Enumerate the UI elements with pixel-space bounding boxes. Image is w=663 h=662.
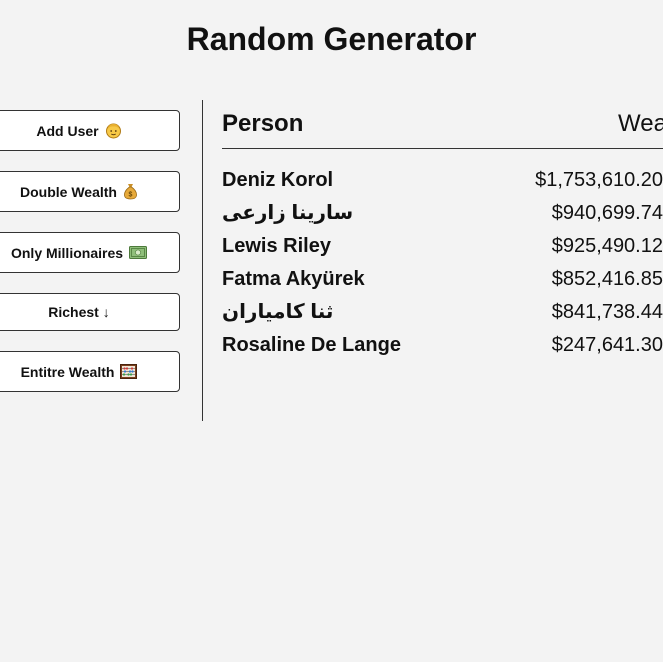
- add-user-button[interactable]: Add User: [0, 110, 180, 151]
- person-name: ثنا کامیاران: [222, 301, 334, 323]
- table-row: سارینا زارعی $940,699.74: [222, 201, 663, 234]
- add-user-label: Add User: [36, 122, 99, 139]
- table-row: Rosaline De Lange $247,641.30: [222, 333, 663, 366]
- table-row: Fatma Akyürek $852,416.85: [222, 267, 663, 300]
- double-wealth-label: Double Wealth: [20, 183, 117, 200]
- wealth-table: Person Wealth Deniz Korol $1,753,610.20 …: [222, 100, 663, 356]
- svg-text:$: $: [129, 192, 133, 199]
- money-bag-icon: $: [123, 183, 138, 200]
- abacus-icon: [120, 364, 138, 379]
- person-name: Lewis Riley: [222, 235, 331, 257]
- person-wealth: $247,641.30: [551, 334, 663, 356]
- entire-wealth-button[interactable]: Entitre Wealth: [0, 351, 180, 392]
- person-name: Deniz Korol: [222, 169, 334, 191]
- person-wealth: $925,490.12: [551, 235, 663, 257]
- person-wealth: $841,738.44: [551, 301, 663, 323]
- person-name: سارینا زارعی: [222, 202, 354, 224]
- column-header-wealth: Wealth: [618, 110, 663, 137]
- richest-label: Richest ↓: [48, 304, 110, 320]
- sidebar: Add User Double Wealth $ Only Millionair…: [0, 100, 203, 421]
- column-header-person: Person: [222, 110, 304, 137]
- person-wealth: $1,753,610.20: [535, 169, 663, 191]
- table-row: Lewis Riley $925,490.12: [222, 234, 663, 267]
- double-wealth-button[interactable]: Double Wealth $: [0, 171, 180, 212]
- only-millionaires-button[interactable]: Only Millionaires: [0, 232, 180, 273]
- table-row: Deniz Korol $1,753,610.20: [222, 168, 663, 201]
- table-header: Person Wealth: [222, 100, 663, 149]
- person-face-icon: [105, 122, 122, 139]
- person-name: Fatma Akyürek: [222, 268, 365, 290]
- person-wealth: $852,416.85: [551, 268, 663, 290]
- page-title: Random Generator: [186, 21, 477, 57]
- only-millionaires-label: Only Millionaires: [10, 244, 124, 261]
- entire-wealth-label: Entitre Wealth: [20, 363, 115, 380]
- dollar-banknote-icon: [129, 246, 148, 259]
- table-body: Deniz Korol $1,753,610.20 سارینا زارعی $…: [222, 168, 663, 366]
- person-wealth: $940,699.74: [551, 202, 663, 224]
- table-row: ثنا کامیاران $841,738.44: [222, 300, 663, 333]
- richest-sort-button[interactable]: Richest ↓: [0, 293, 180, 331]
- person-name: Rosaline De Lange: [222, 334, 401, 356]
